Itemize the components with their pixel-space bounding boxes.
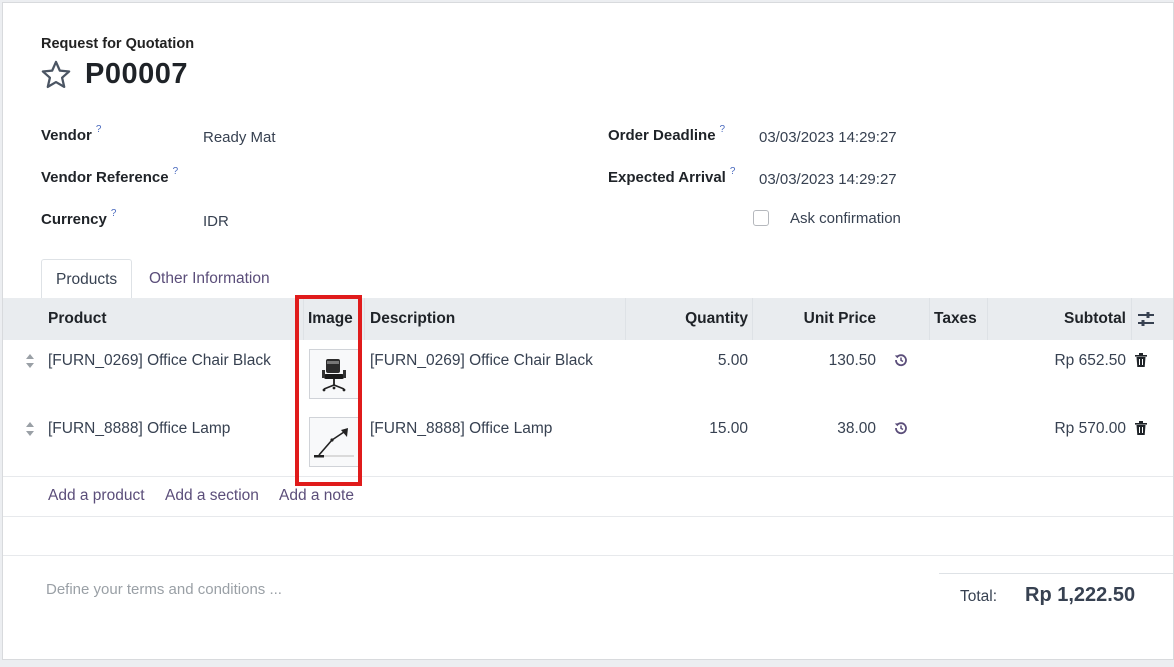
product-image-thumbnail[interactable]	[309, 417, 359, 467]
column-header-product[interactable]: Product	[48, 298, 107, 340]
quantity-cell[interactable]: 5.00	[630, 352, 748, 370]
currency-field[interactable]: IDR	[203, 213, 229, 230]
history-icon[interactable]	[894, 421, 908, 435]
help-icon[interactable]: ?	[111, 208, 117, 219]
column-header-taxes[interactable]: Taxes	[934, 298, 977, 340]
trash-icon[interactable]	[1135, 353, 1147, 367]
column-divider	[364, 298, 365, 340]
vendor-field[interactable]: Ready Mat	[203, 129, 276, 146]
add-product-link[interactable]: Add a product	[48, 487, 145, 505]
vendor-label: Vendor?	[41, 124, 102, 144]
vendor-reference-label: Vendor Reference?	[41, 166, 179, 186]
help-icon[interactable]: ?	[720, 124, 726, 135]
star-icon[interactable]	[39, 58, 73, 92]
column-header-image[interactable]: Image	[308, 298, 353, 340]
ask-confirmation-checkbox[interactable]	[753, 210, 769, 226]
form-sheet: Request for Quotation P00007 Vendor? Rea…	[2, 2, 1174, 660]
drag-handle-icon[interactable]	[25, 421, 35, 437]
subtotal-cell: Rp 652.50	[1054, 352, 1126, 369]
drag-handle-icon[interactable]	[25, 353, 35, 369]
trash-icon[interactable]	[1135, 421, 1147, 435]
tab-other-information[interactable]: Other Information	[135, 259, 284, 299]
help-icon[interactable]: ?	[96, 124, 102, 135]
office-chair-image	[322, 359, 346, 392]
help-icon[interactable]: ?	[730, 166, 736, 177]
description-cell[interactable]: [FURN_0269] Office Chair Black	[370, 352, 593, 370]
order-deadline-label: Order Deadline?	[608, 124, 726, 144]
column-divider	[303, 298, 304, 340]
product-cell[interactable]: [FURN_0269] Office Chair Black	[48, 352, 271, 370]
total-value: Rp 1,222.50	[1025, 584, 1136, 606]
add-note-link[interactable]: Add a note	[279, 487, 354, 505]
order-deadline-field[interactable]: 03/03/2023 14:29:27	[759, 129, 897, 146]
description-cell[interactable]: [FURN_8888] Office Lamp	[370, 420, 552, 438]
column-header-description[interactable]: Description	[370, 298, 455, 340]
table-empty-row	[3, 516, 1173, 556]
unit-price-cell[interactable]: 38.00	[755, 420, 876, 438]
expected-arrival-field[interactable]: 03/03/2023 14:29:27	[759, 171, 897, 188]
terms-and-conditions-field[interactable]: Define your terms and conditions ...	[46, 581, 282, 598]
expected-arrival-label: Expected Arrival?	[608, 166, 736, 186]
table-row[interactable]: [FURN_0269] Office Chair Black [FURN_026…	[3, 340, 1173, 409]
column-header-unit-price[interactable]: Unit Price	[755, 298, 876, 340]
subtotal-cell: Rp 570.00	[1054, 420, 1126, 437]
column-divider	[1131, 298, 1132, 340]
currency-label: Currency?	[41, 208, 117, 228]
total-divider	[939, 573, 1173, 574]
page-subtitle: Request for Quotation	[41, 36, 195, 52]
column-divider	[987, 298, 988, 340]
optional-columns-icon[interactable]	[1137, 311, 1155, 327]
vendor-reference-field[interactable]	[203, 171, 503, 191]
history-icon[interactable]	[894, 353, 908, 367]
help-icon[interactable]: ?	[173, 166, 179, 177]
ask-confirmation-label: Ask confirmation	[790, 210, 901, 227]
tab-products[interactable]: Products	[41, 259, 133, 299]
column-header-quantity[interactable]: Quantity	[630, 298, 748, 340]
product-image-thumbnail[interactable]	[309, 349, 359, 399]
office-lamp-image	[314, 428, 354, 458]
add-section-link[interactable]: Add a section	[165, 487, 259, 505]
table-row[interactable]: [FURN_8888] Office Lamp [FURN_8888] Offi…	[3, 408, 1173, 477]
notebook-tabs: Products Other Information	[3, 259, 1173, 300]
column-divider	[752, 298, 753, 340]
quantity-cell[interactable]: 15.00	[630, 420, 748, 438]
unit-price-cell[interactable]: 130.50	[755, 352, 876, 370]
product-cell[interactable]: [FURN_8888] Office Lamp	[48, 420, 230, 438]
column-divider	[929, 298, 930, 340]
order-lines-header: Product Image Description Quantity Unit …	[3, 298, 1173, 341]
column-header-subtotal[interactable]: Subtotal	[993, 298, 1126, 340]
page-title: P00007	[85, 58, 188, 90]
total-label: Total:	[960, 588, 998, 605]
column-divider	[625, 298, 626, 340]
